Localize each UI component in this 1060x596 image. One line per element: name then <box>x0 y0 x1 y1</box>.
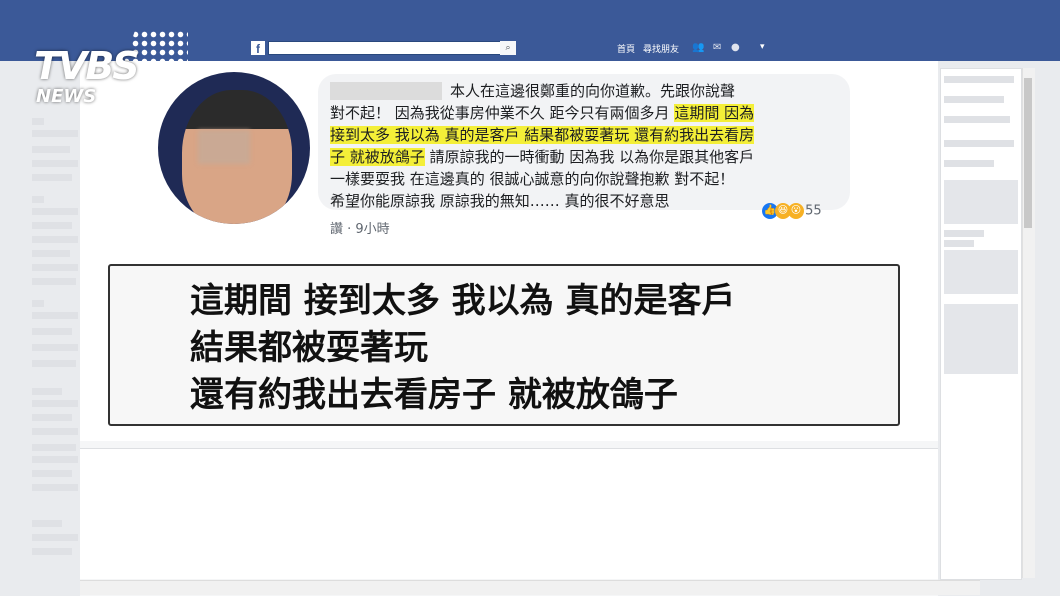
comment-line: 一樣要耍我 在這邊真的 很誠心誠意的向你說聲抱歉 對不起！ <box>330 168 840 190</box>
placeholder-bar <box>32 250 70 257</box>
placeholder-bar <box>32 160 78 167</box>
placeholder-bar <box>944 76 1014 83</box>
placeholder-bar <box>32 428 78 435</box>
caption-line: 還有約我出去看房子 就被放鴿子 <box>190 375 678 415</box>
placeholder-bar <box>32 328 72 335</box>
horizontal-scrollbar[interactable] <box>80 580 980 595</box>
search-icon[interactable]: ⌕ <box>500 41 516 55</box>
placeholder-bar <box>32 196 44 203</box>
comment-segment: 本人在這邊很鄭重的向你道歉。先跟你說聲 <box>450 82 736 100</box>
placeholder-block <box>944 304 1018 374</box>
messages-icon[interactable]: ✉ <box>713 42 721 53</box>
placeholder-bar <box>32 344 78 351</box>
friend-requests-icon[interactable]: 👥 <box>692 42 704 53</box>
news-caption-box: 這期間 接到太多 我以為 真的是客戶 結果都被耍著玩 還有約我出去看房子 就被放… <box>108 264 900 426</box>
placeholder-bar <box>32 312 78 319</box>
tvbs-news-logo: NEWS <box>36 86 97 107</box>
placeholder-bar <box>32 388 62 395</box>
scrollbar-thumb[interactable] <box>1024 78 1032 228</box>
placeholder-bar <box>32 414 72 421</box>
highlighted-text: 子 就被放鴿子 <box>330 148 425 166</box>
placeholder-bar <box>32 400 78 407</box>
placeholder-bar <box>944 160 994 167</box>
placeholder-bar <box>32 222 72 229</box>
placeholder-bar <box>32 130 78 137</box>
search-input[interactable] <box>268 41 516 55</box>
placeholder-bar <box>944 230 984 237</box>
placeholder-bar <box>32 174 72 181</box>
comment-text: 本人在這邊很鄭重的向你道歉。先跟你說聲對不起！ 因為我從事房仲業不久 距今只有兩… <box>330 80 840 212</box>
placeholder-bar <box>32 278 76 285</box>
highlighted-text: 接到太多 我以為 真的是客戶 結果都被耍著玩 還有約我出去看房 <box>330 126 755 144</box>
comment-segment: 希望你能原諒我 原諒我的無知…… 真的很不好意思 <box>330 192 670 210</box>
comment-line: 對不起！ 因為我從事房仲業不久 距今只有兩個多月 這期間 因為 <box>330 102 840 124</box>
placeholder-bar <box>32 520 62 527</box>
wow-icon: 😮 <box>788 203 804 219</box>
account-menu-icon[interactable]: ▾ <box>760 42 765 52</box>
placeholder-bar <box>944 116 1010 123</box>
avatar[interactable] <box>158 72 310 224</box>
nav-find-friends[interactable]: 尋找朋友 <box>643 42 679 55</box>
lower-post-area <box>80 449 938 579</box>
placeholder-bar <box>32 534 78 541</box>
comment-segment: 一樣要耍我 在這邊真的 很誠心誠意的向你說聲抱歉 對不起！ <box>330 170 735 188</box>
placeholder-bar <box>944 96 1004 103</box>
comment-line: 接到太多 我以為 真的是客戶 結果都被耍著玩 還有約我出去看房 <box>330 124 840 146</box>
placeholder-bar <box>32 118 44 125</box>
placeholder-bar <box>32 484 78 491</box>
comment-meta[interactable]: 讚 · 9小時 <box>330 218 390 237</box>
placeholder-bar <box>32 264 78 271</box>
facebook-logo[interactable]: f <box>251 41 265 56</box>
placeholder-bar <box>32 444 76 451</box>
reaction-count: 55 <box>805 203 822 219</box>
mosaic-blur <box>198 130 250 164</box>
notifications-icon[interactable]: ● <box>731 42 740 53</box>
placeholder-bar <box>944 140 1014 147</box>
comment-line: 本人在這邊很鄭重的向你道歉。先跟你說聲 <box>330 80 840 102</box>
tvbs-logo: TVBS <box>34 44 140 88</box>
placeholder-bar <box>32 208 78 215</box>
placeholder-block <box>944 180 1018 224</box>
placeholder-bar <box>32 456 78 463</box>
placeholder-bar <box>944 240 974 247</box>
caption-line: 結果都被耍著玩 <box>190 328 428 368</box>
placeholder-bar <box>32 470 72 477</box>
placeholder-bar <box>32 146 70 153</box>
placeholder-bar <box>32 360 76 367</box>
nav-home[interactable]: 首頁 <box>617 42 635 55</box>
placeholder-bar <box>32 548 72 555</box>
placeholder-bar <box>32 300 44 307</box>
reactions[interactable]: 👍 😆 😮 55 <box>762 203 822 219</box>
comment-segment: 對不起！ 因為我從事房仲業不久 距今只有兩個多月 <box>330 104 675 122</box>
comment-segment: 請原諒我的一時衝動 因為我 以為你是跟其他客戶 <box>424 148 755 166</box>
placeholder-bar <box>32 236 78 243</box>
highlighted-text: 這期間 因為 <box>674 104 755 122</box>
placeholder-block <box>944 250 1018 294</box>
caption-line: 這期間 接到太多 我以為 真的是客戶 <box>190 281 736 321</box>
comment-line: 子 就被放鴿子 請原諒我的一時衝動 因為我 以為你是跟其他客戶 <box>330 146 840 168</box>
